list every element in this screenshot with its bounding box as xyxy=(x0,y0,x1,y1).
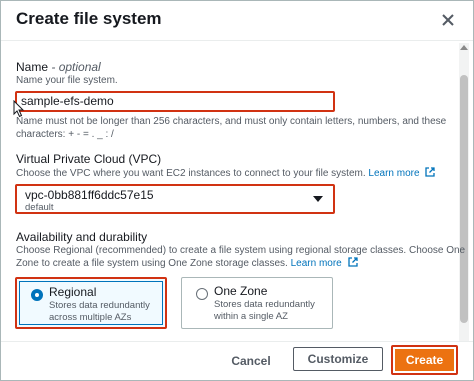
name-label: Name xyxy=(16,60,49,74)
vpc-learn-more-link[interactable]: Learn more xyxy=(368,168,419,179)
availability-learn-more-link[interactable]: Learn more xyxy=(291,258,342,269)
create-button-label: Create xyxy=(395,349,454,371)
vpc-selected-value: vpc-0bb881ff6ddc57e15 xyxy=(25,188,154,202)
dialog-header: Create file system xyxy=(1,1,473,41)
name-optional-tag: optional xyxy=(58,60,101,74)
file-system-name-input[interactable]: sample-efs-demo xyxy=(15,91,335,112)
scroll-thumb[interactable] xyxy=(460,75,468,323)
regional-description-line-2: across multiple AZs xyxy=(49,312,132,323)
customize-button[interactable]: Customize xyxy=(293,347,383,371)
one-zone-title: One Zone xyxy=(214,284,268,298)
regional-description: Stores data redundantly across multiple … xyxy=(49,300,164,324)
one-zone-description-line-1: Stores data redundantly xyxy=(214,299,315,310)
cancel-button[interactable]: Cancel xyxy=(223,349,279,373)
vpc-select[interactable]: vpc-0bb881ff6ddc57e15 default xyxy=(15,184,335,214)
availability-label: Availability and durability xyxy=(16,230,148,244)
availability-description-line-1: Choose Regional (recommended) to create … xyxy=(16,245,466,256)
name-label-group: Name - optional xyxy=(16,60,101,74)
one-zone-description: Stores data redundantly within a single … xyxy=(214,299,329,323)
name-constraint-line-1: Name must not be longer than 256 charact… xyxy=(16,116,447,127)
vpc-selected-sub: default xyxy=(25,202,54,213)
availability-description-line-2: Zone to create a file system using One Z… xyxy=(16,258,288,269)
external-link-icon[interactable] xyxy=(425,167,435,177)
one-zone-radio[interactable] xyxy=(196,288,208,300)
create-file-system-dialog: Create file system Name - optional Name … xyxy=(0,0,474,381)
regional-radio[interactable] xyxy=(31,289,43,301)
vpc-description-row: Choose the VPC where you want EC2 instan… xyxy=(16,167,435,180)
regional-description-line-1: Stores data redundantly xyxy=(49,300,150,311)
close-icon xyxy=(442,14,454,26)
availability-description-row-2: Zone to create a file system using One Z… xyxy=(16,257,358,270)
regional-option-tile[interactable]: Regional Stores data redundantly across … xyxy=(15,277,167,329)
name-description: Name your file system. xyxy=(16,75,118,86)
dialog-title: Create file system xyxy=(16,9,162,28)
dialog-scrollbar[interactable] xyxy=(459,43,469,341)
create-button[interactable]: Create xyxy=(391,345,458,375)
vpc-description: Choose the VPC where you want EC2 instan… xyxy=(16,168,366,179)
dialog-footer: Cancel Customize Create xyxy=(1,341,473,381)
scroll-up-arrow-icon[interactable] xyxy=(460,45,468,50)
one-zone-option-tile[interactable]: One Zone Stores data redundantly within … xyxy=(181,277,333,329)
vpc-label: Virtual Private Cloud (VPC) xyxy=(16,152,162,166)
caret-down-icon xyxy=(313,196,323,202)
external-link-icon[interactable] xyxy=(347,257,358,267)
regional-title: Regional xyxy=(49,285,97,299)
name-input-value: sample-efs-demo xyxy=(21,94,114,108)
close-button[interactable] xyxy=(437,9,459,31)
name-constraint-line-2: characters: + - = . _ : / xyxy=(16,129,114,140)
name-separator: - xyxy=(48,60,59,74)
one-zone-description-line-2: within a single AZ xyxy=(214,311,288,322)
